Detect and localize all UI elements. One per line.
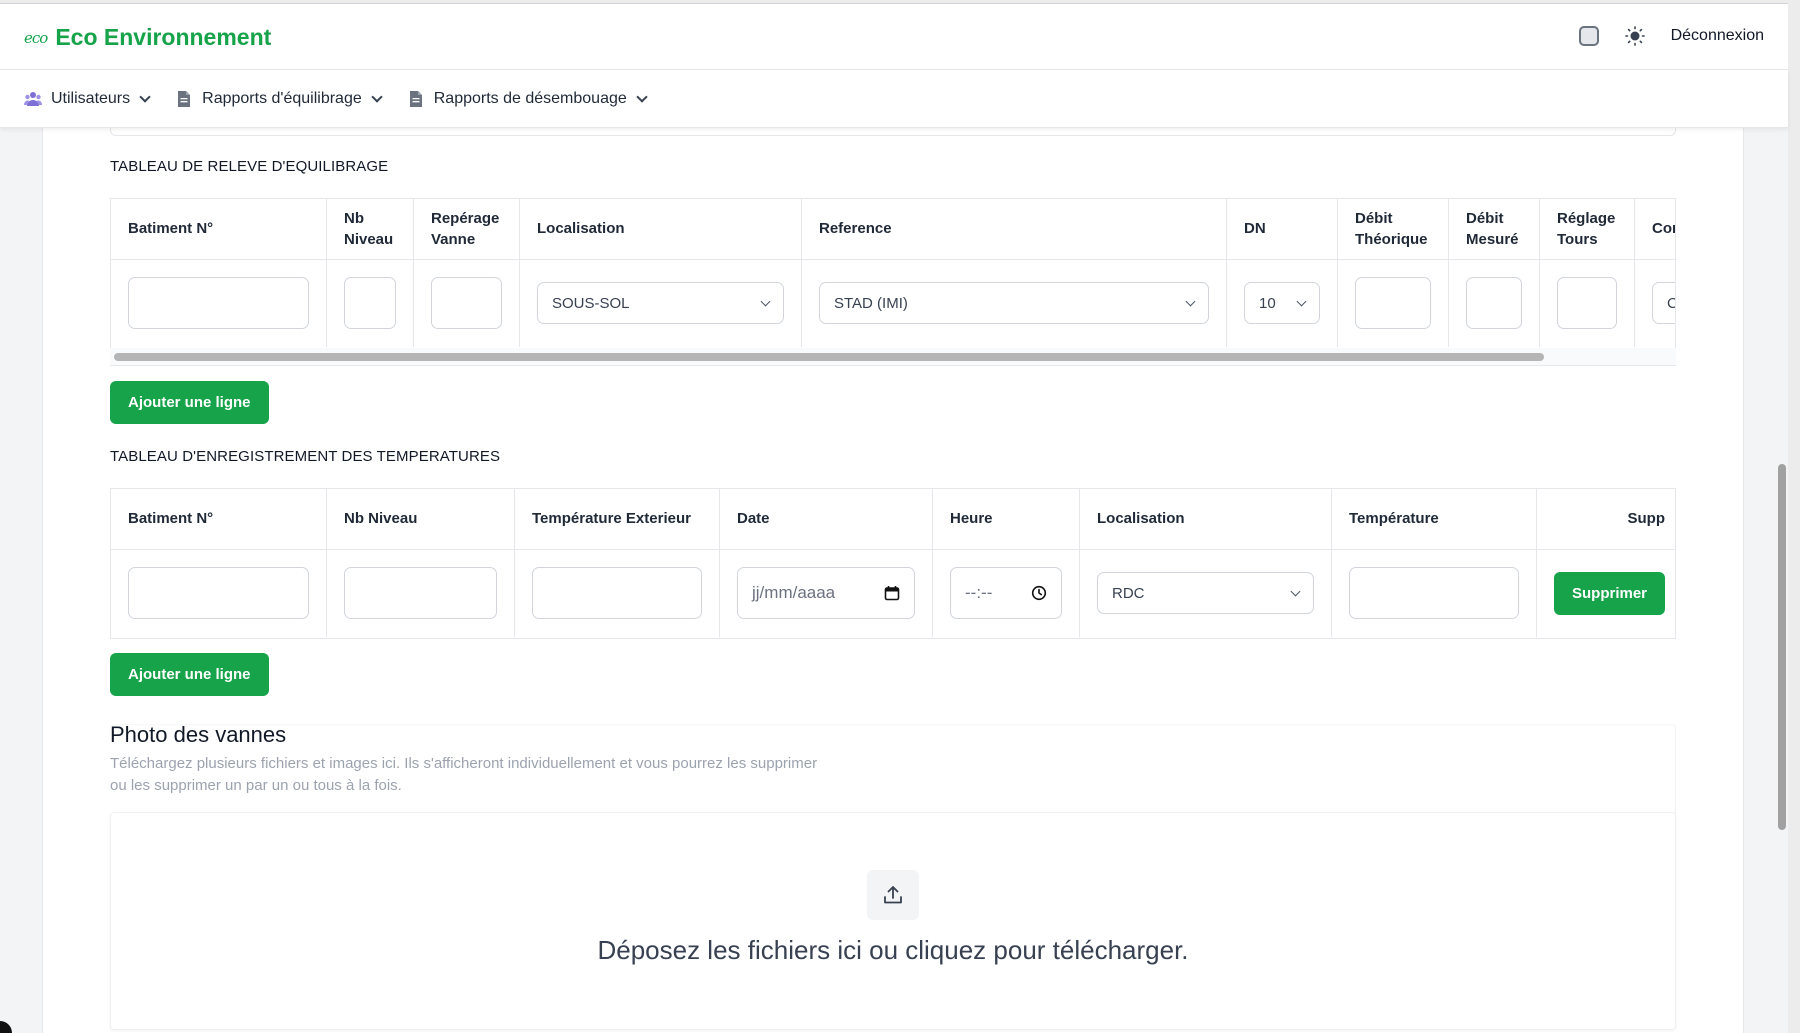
chevron-down-icon [1290,586,1301,597]
col-header: Conf [1634,199,1675,260]
nav-item-sludge-label: Rapports de désembouage [433,89,627,107]
conf-value: C [1667,295,1675,312]
dropzone-text: Déposez les fichiers ici ou cliquez pour… [597,935,1189,965]
col-header: Batiment N° [111,489,327,550]
document-icon [409,90,422,107]
table-header-row: Batiment N° Nb Niveau Repérage Vanne Loc… [111,199,1675,260]
brand[interactable]: eco Eco Environnement [24,24,271,51]
batiment-input[interactable] [128,277,309,330]
col-header: Supp [1536,489,1675,550]
col-header: Reference [801,199,1227,260]
app-window: eco Eco Environnement Déconnexion Utilis… [0,3,1788,1033]
screen-toggle-icon[interactable] [1578,26,1599,46]
col-header: Température Exterieur [514,489,720,550]
time-placeholder: --:-- [965,583,993,603]
file-dropzone[interactable]: Déposez les fichiers ici ou cliquez pour… [110,812,1676,1030]
col-header: Température [1331,489,1537,550]
table-row: SOUS-SOL STAD (IMI) 10 C [111,259,1675,347]
nb-niveau-input[interactable] [344,277,396,330]
date-input[interactable]: jj/mm/aaaa [737,567,915,620]
col-header: Nb Niveau [326,489,515,550]
main-nav: Utilisateurs Rapports d'équilibrage Rapp… [0,70,1788,128]
col-header: Repérage Vanne [413,199,520,260]
col-header: Heure [932,489,1080,550]
reperage-vanne-input[interactable] [431,277,502,330]
chevron-down-icon [371,90,383,103]
col-header: Batiment N° [111,199,327,260]
releve-table: Batiment N° Nb Niveau Repérage Vanne Loc… [110,198,1676,349]
chevron-down-icon [1185,296,1196,307]
clock-icon[interactable] [1031,585,1047,601]
upload-icon [884,886,902,904]
table-header-row: Batiment N° Nb Niveau Température Exteri… [111,489,1675,550]
delete-row-button[interactable]: Supprimer [1554,571,1666,615]
sun-icon[interactable] [1624,26,1645,46]
temp-localisation-select[interactable]: RDC [1097,572,1314,615]
dn-value: 10 [1259,294,1276,312]
col-header: Débit Mesuré [1448,199,1540,260]
col-header: Date [719,489,933,550]
col-header: Localisation [1079,489,1332,550]
logout-link[interactable]: Déconnexion [1671,27,1764,45]
temperature-table-title: TABLEAU D'ENREGISTREMENT DES TEMPERATURE… [110,448,501,465]
chevron-down-icon [1296,296,1307,307]
date-placeholder: jj/mm/aaaa [752,583,836,603]
reference-select[interactable]: STAD (IMI) [819,282,1209,325]
brand-name: Eco Environnement [55,24,272,50]
calendar-icon[interactable] [884,585,900,601]
brand-logo-icon: eco [24,28,48,47]
add-releve-row-button[interactable]: Ajouter une ligne [110,381,269,424]
debit-mesure-input[interactable] [1466,277,1522,330]
previous-section-border [110,128,1676,136]
col-header: Nb Niveau [326,199,414,260]
dn-select[interactable]: 10 [1244,282,1320,325]
localisation-value: SOUS-SOL [552,294,630,312]
col-header: Débit Théorique [1337,199,1449,260]
upload-button[interactable] [867,870,919,920]
time-input[interactable]: --:-- [950,567,1062,620]
nav-item-balancing-reports[interactable]: Rapports d'équilibrage [175,89,383,108]
temp-nb-niveau-input[interactable] [344,567,497,620]
reference-value: STAD (IMI) [834,294,908,312]
col-header: DN [1226,199,1338,260]
temperature-exterieur-input[interactable] [532,567,702,620]
chevron-down-icon [139,90,151,103]
nav-item-users-label: Utilisateurs [51,89,131,107]
nav-item-users[interactable]: Utilisateurs [24,89,151,108]
col-header: Localisation [519,199,802,260]
debit-theorique-input[interactable] [1355,277,1431,330]
nav-item-sludge-reports[interactable]: Rapports de désembouage [407,89,648,108]
table-row: jj/mm/aaaa --:-- RDC Supprimer [111,549,1675,637]
table-horizontal-scrollbar[interactable] [110,348,1676,366]
page-vertical-scrollbar[interactable] [1778,464,1786,830]
conf-input[interactable]: C [1652,282,1675,325]
top-right-actions: Déconnexion [1578,26,1764,46]
localisation-select[interactable]: SOUS-SOL [537,282,784,325]
temp-batiment-input[interactable] [128,567,309,620]
temp-localisation-value: RDC [1112,584,1145,602]
add-temperature-row-button[interactable]: Ajouter une ligne [110,653,269,696]
photo-section-border [110,724,1676,814]
users-icon [24,91,42,106]
chevron-down-icon [760,296,771,307]
chevron-down-icon [636,90,648,103]
col-header: Réglage Tours [1539,199,1635,260]
temperature-input[interactable] [1349,567,1519,620]
nav-item-balancing-label: Rapports d'équilibrage [202,89,362,107]
temperature-table: Batiment N° Nb Niveau Température Exteri… [110,488,1676,639]
top-bar: eco Eco Environnement Déconnexion [0,4,1788,70]
releve-table-title: TABLEAU DE RELEVE D'EQUILIBRAGE [110,158,389,175]
reglage-tours-input[interactable] [1557,277,1617,330]
scrollbar-thumb[interactable] [114,353,1544,361]
document-icon [178,90,191,107]
